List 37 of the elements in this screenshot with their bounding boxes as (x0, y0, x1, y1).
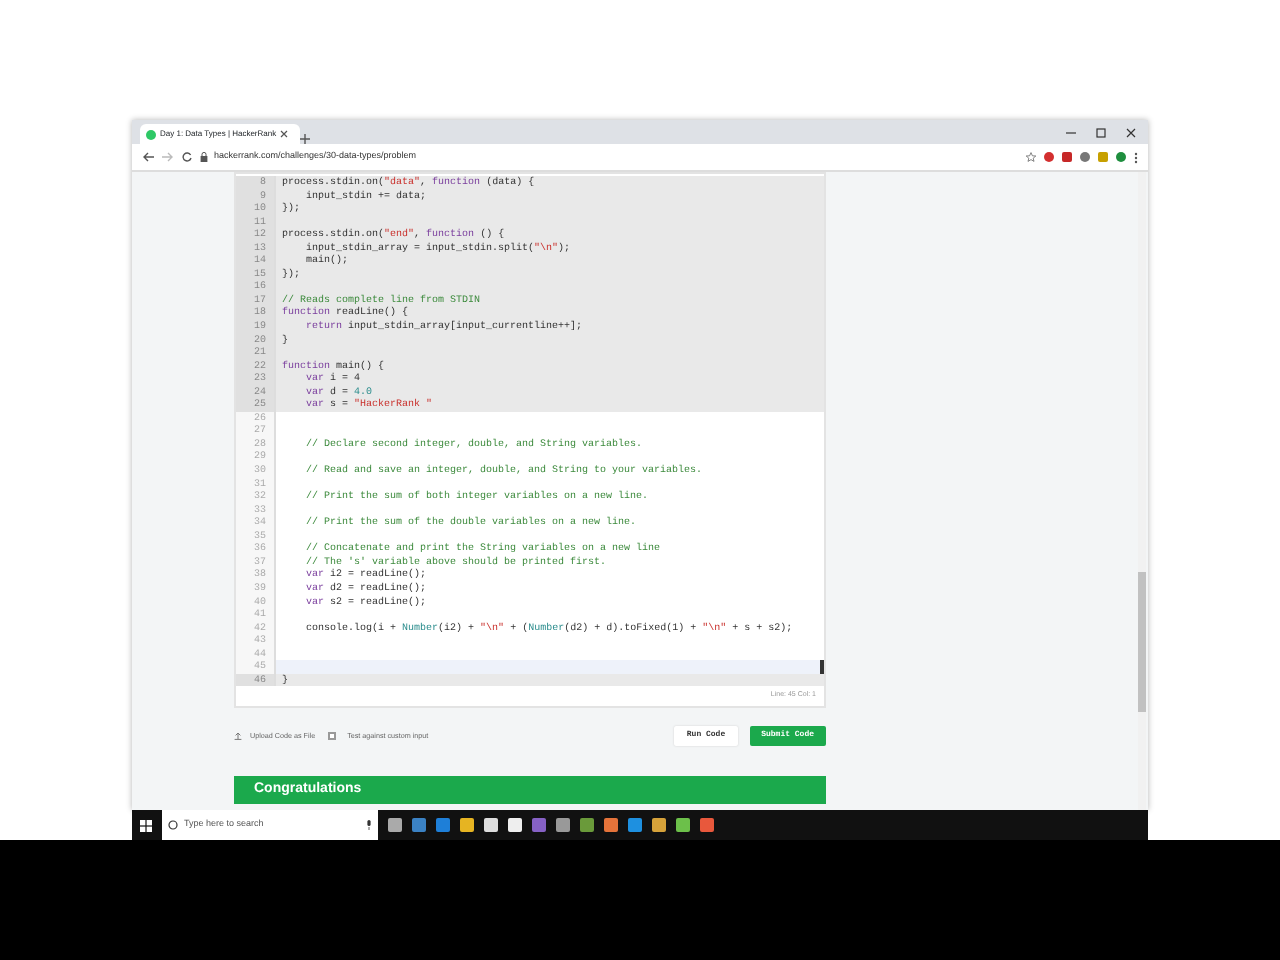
app-tile-icon[interactable] (484, 818, 498, 832)
star-icon[interactable] (1026, 152, 1036, 162)
upload-icon (234, 732, 242, 741)
app-tile-icon[interactable] (580, 818, 594, 832)
app-tile-icon[interactable] (676, 818, 690, 832)
app-tile-icon[interactable] (412, 818, 426, 832)
reload-icon[interactable] (182, 152, 192, 162)
extension-circle-icon[interactable] (1044, 152, 1054, 162)
new-tab-plus-icon[interactable] (300, 134, 310, 144)
close-icon[interactable] (1126, 127, 1136, 137)
app-tile-icon[interactable] (556, 818, 570, 832)
app-tile-icon[interactable] (700, 818, 714, 832)
scrollbar-thumb[interactable] (1138, 572, 1146, 712)
checkbox[interactable] (327, 732, 336, 741)
extension-circle-icon[interactable] (1116, 152, 1126, 162)
app-tile-icon[interactable] (628, 818, 642, 832)
app-tile-icon[interactable] (436, 818, 450, 832)
extension-square-icon[interactable] (1098, 152, 1108, 162)
search-icon (168, 820, 178, 830)
code-editor[interactable] (234, 172, 826, 709)
minimize-icon[interactable] (1066, 127, 1076, 137)
maximize-icon[interactable] (1096, 127, 1106, 137)
app-tile-icon[interactable] (652, 818, 666, 832)
extension-square-icon[interactable] (1062, 152, 1072, 162)
close-icon[interactable] (280, 130, 289, 138)
lock-icon (200, 152, 208, 162)
app-tile-icon[interactable] (460, 818, 474, 832)
microphone-icon (366, 820, 372, 830)
app-tile-icon[interactable] (604, 818, 618, 832)
app-tile-icon[interactable] (508, 818, 522, 832)
site-favicon-icon (146, 129, 156, 139)
windows-logo-icon[interactable] (140, 819, 152, 831)
app-tile-icon[interactable] (532, 818, 546, 832)
forward-arrow-icon[interactable] (162, 152, 174, 162)
back-arrow-icon[interactable] (142, 152, 154, 162)
app-tile-icon[interactable] (388, 818, 402, 832)
extension-circle-icon[interactable] (1080, 152, 1090, 162)
